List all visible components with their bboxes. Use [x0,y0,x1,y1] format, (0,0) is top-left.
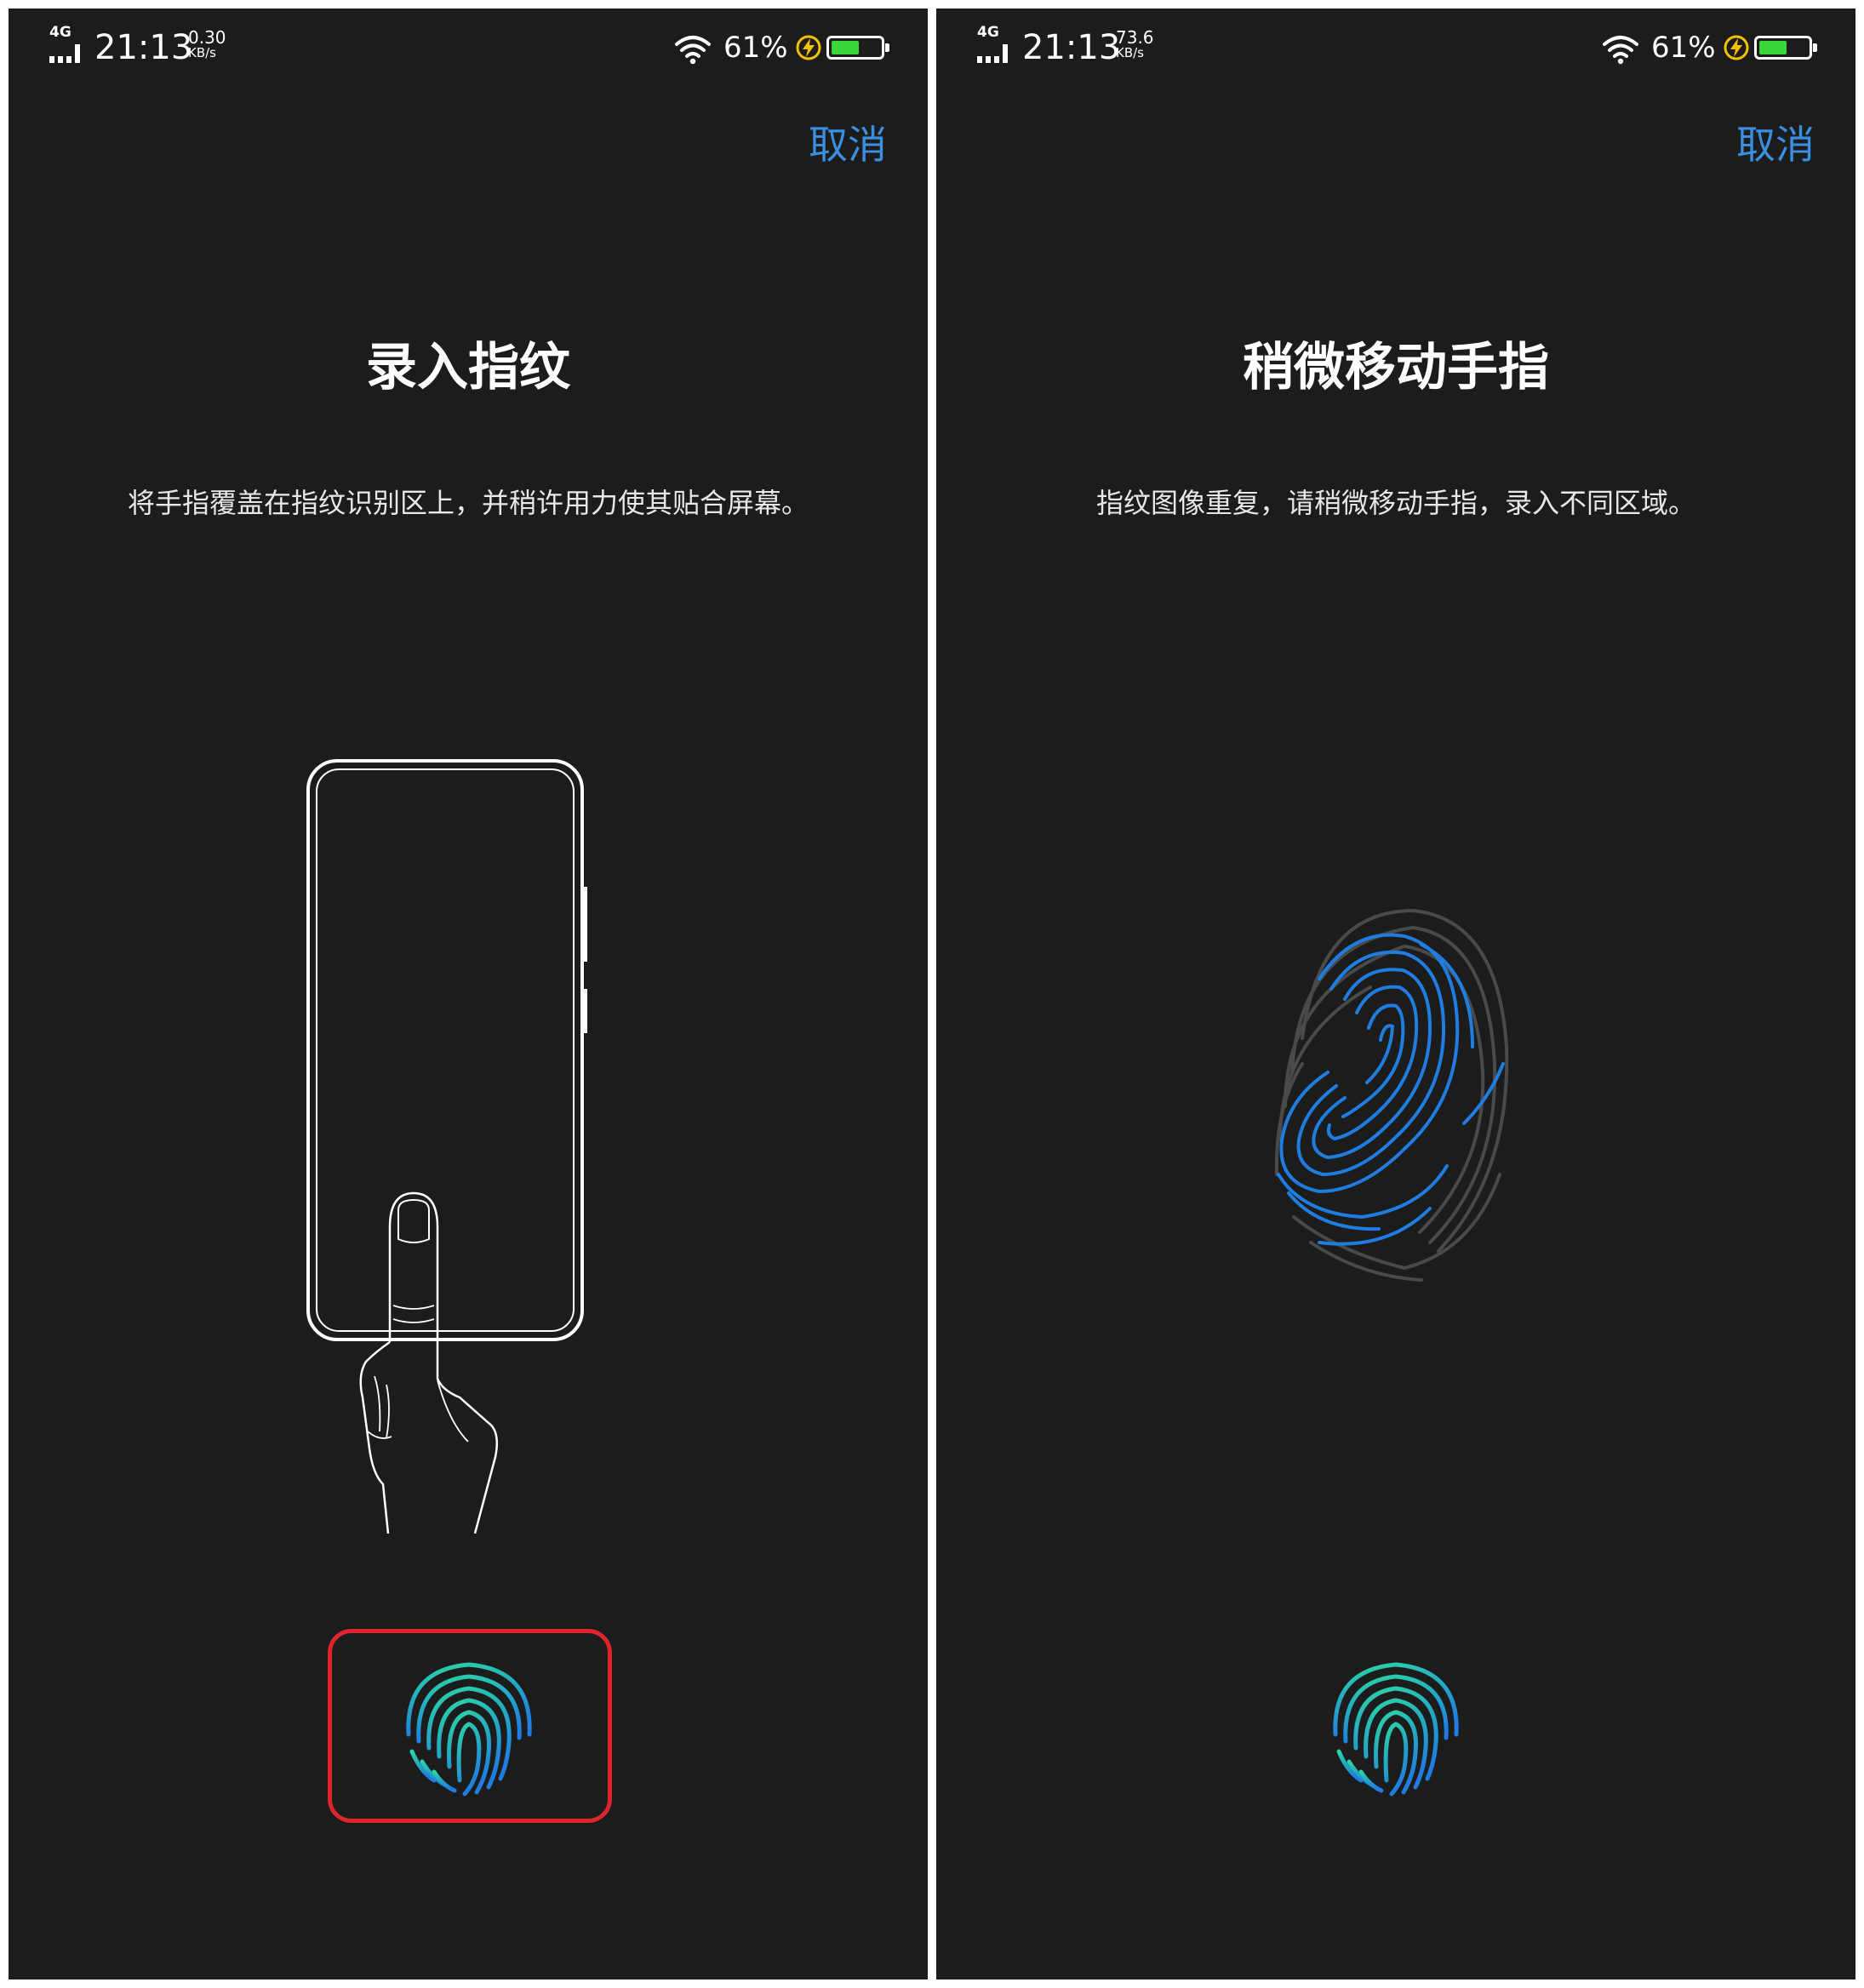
fingerprint-icon[interactable] [1324,1653,1468,1797]
battery-icon [1754,36,1817,60]
battery-fill [1759,41,1787,54]
wifi-icon [1603,36,1638,65]
network-speed: 0.30 KB/s [188,29,248,60]
charging-bolt-icon [1724,35,1749,60]
battery-icon [826,36,889,60]
phone-with-finger-illustration [306,759,587,1534]
instruction-text: 将手指覆盖在指纹识别区上，并稍许用力使其贴合屏幕。 [127,487,809,519]
network-speed-value: 73.6 [1116,27,1154,48]
battery-percentage: 61% [723,31,788,65]
fingerprint-icon[interactable] [397,1653,541,1797]
instruction-text: 指纹图像重复，请稍微移动手指，录入不同区域。 [1095,487,1695,519]
network-type: 4G [49,24,71,41]
charging-bolt-icon [796,35,821,60]
network-type: 4G [977,24,999,41]
network-speed-unit: KB/s [188,45,216,60]
network-speed-unit: KB/s [1116,45,1144,60]
cancel-button[interactable]: 取消 [809,119,887,170]
page-title: 稍微移动手指 [1243,338,1549,397]
signal-icon: 4G [975,26,1013,65]
status-bar: 4G 21:13 0.30 KB/s 61% [9,9,928,85]
enroll-screen: 4G 21:13 0.30 KB/s 61% 取消 录入指纹 将手指覆盖在指纹识… [9,9,928,1979]
cancel-button[interactable]: 取消 [1736,119,1815,170]
status-bar: 4G 21:13 73.6 KB/s 61% [936,9,1855,85]
fingerprint-progress-icon [1274,908,1509,1282]
battery-fill [832,41,859,54]
page-title: 录入指纹 [366,338,570,397]
network-speed: 73.6 KB/s [1116,29,1175,60]
clock: 21:13 [94,28,193,67]
signal-icon: 4G [48,26,85,65]
wifi-icon [675,36,711,65]
battery-percentage: 61% [1651,31,1716,65]
network-speed-value: 0.30 [188,27,226,48]
move-finger-screen: 4G 21:13 73.6 KB/s 61% 取消 稍微移动手指 指纹图像重复，… [936,9,1855,1979]
clock: 21:13 [1022,28,1121,67]
